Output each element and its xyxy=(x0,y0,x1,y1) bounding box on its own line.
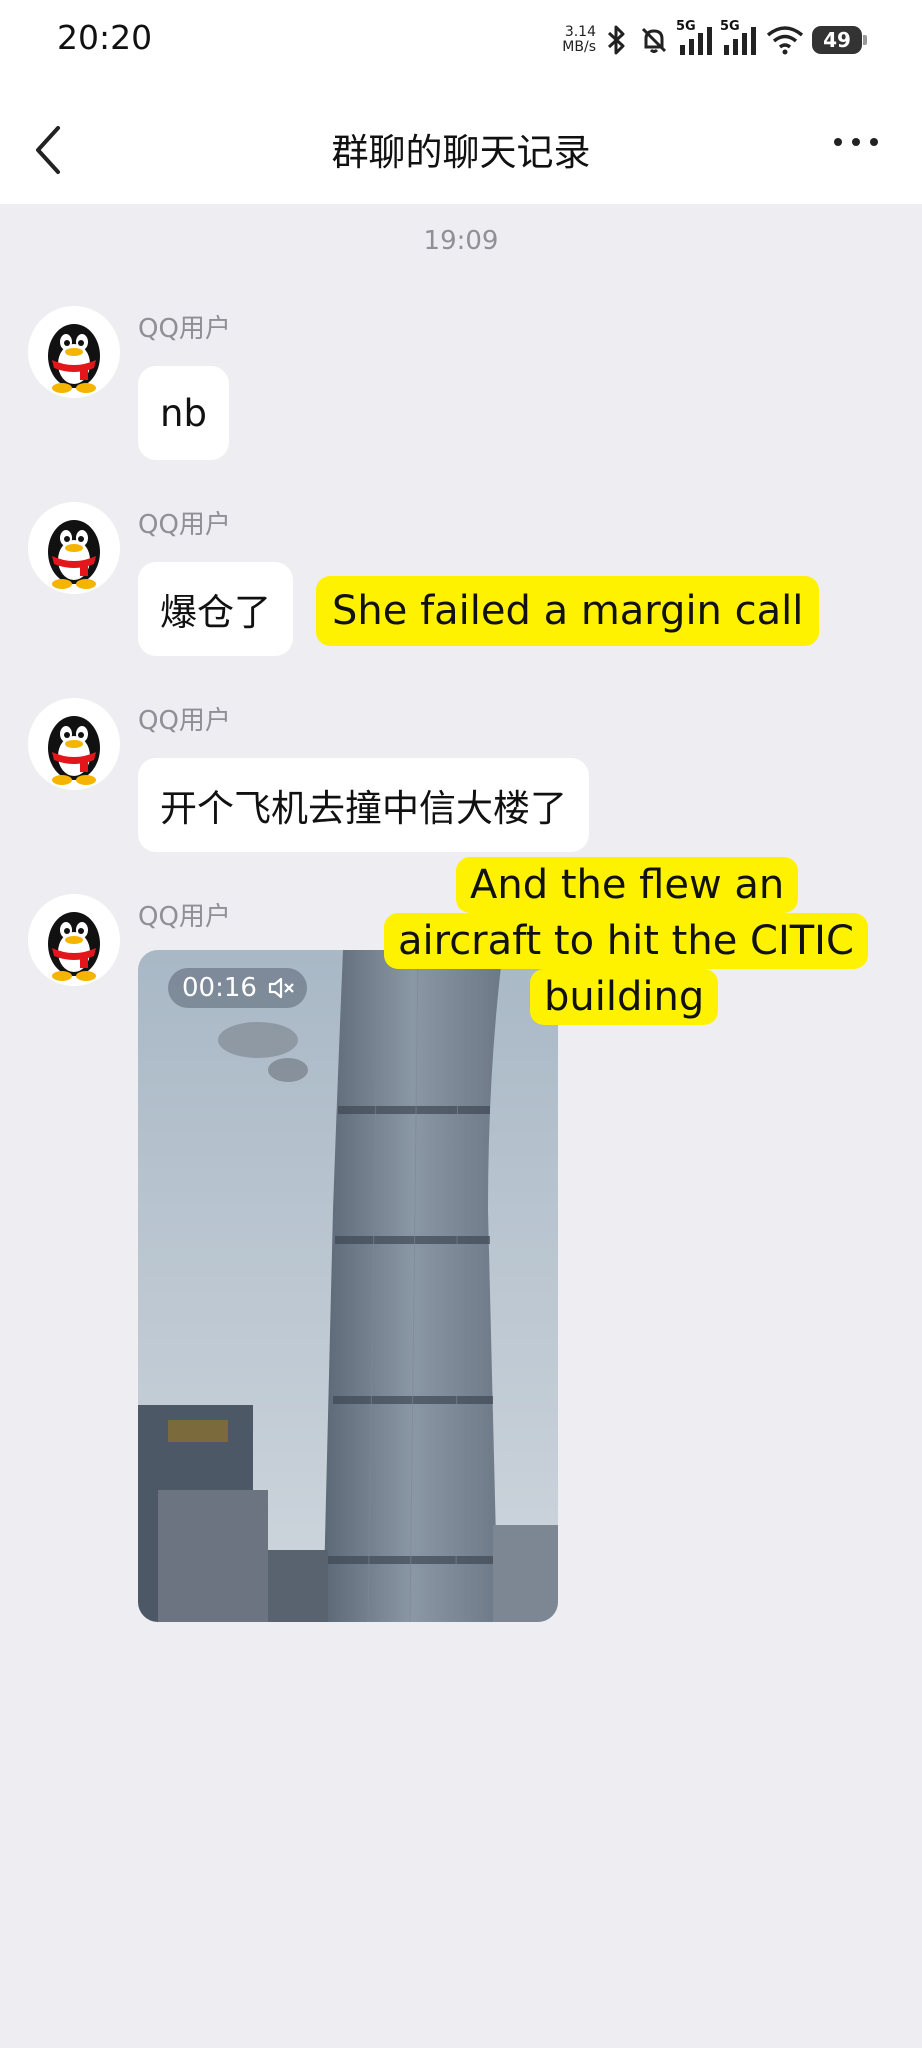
qq-penguin-icon xyxy=(48,716,100,785)
video-duration-badge: 00:16 xyxy=(168,968,307,1008)
muted-speaker-icon[interactable] xyxy=(267,975,295,1001)
avatar[interactable] xyxy=(28,894,120,986)
avatar[interactable] xyxy=(28,698,120,790)
net-speed: 3.14 MB/s xyxy=(562,24,596,55)
sender-name: QQ用户 xyxy=(138,314,231,344)
page-title: 群聊的聊天记录 xyxy=(331,131,591,174)
qq-penguin-icon xyxy=(48,912,100,981)
translation-caption-line: And the flew an xyxy=(456,857,799,913)
avatar[interactable] xyxy=(28,502,120,594)
video-duration: 00:16 xyxy=(182,973,257,1003)
signal-1: 5G xyxy=(676,19,714,55)
wifi-icon xyxy=(766,26,804,55)
battery-icon: 49 xyxy=(812,26,867,54)
mute-icon xyxy=(641,27,667,53)
video-thumbnail xyxy=(138,950,558,1622)
translation-caption: She failed a margin call xyxy=(316,576,820,646)
status-icons: 3.14 MB/s 5G 5G 49 xyxy=(562,19,867,60)
translation-caption-line: building xyxy=(530,969,719,1025)
qq-penguin-icon xyxy=(48,324,100,393)
sender-name: QQ用户 xyxy=(138,902,231,932)
sender-name: QQ用户 xyxy=(138,706,231,736)
chat-timestamp: 19:09 xyxy=(423,226,499,256)
message-bubble[interactable]: 爆仓了 xyxy=(138,562,293,656)
message-bubble[interactable]: nb xyxy=(138,366,229,460)
avatar[interactable] xyxy=(28,306,120,398)
status-bar: 20:20 3.14 MB/s 5G 5G 49 xyxy=(0,0,922,80)
qq-penguin-icon xyxy=(48,520,100,589)
video-message[interactable]: 00:16 xyxy=(138,950,558,1622)
sender-name: QQ用户 xyxy=(138,510,231,540)
nav-bar: 群聊的聊天记录 xyxy=(0,80,922,204)
status-time: 20:20 xyxy=(57,18,153,57)
bluetooth-icon xyxy=(607,25,625,55)
signal-2: 5G xyxy=(720,19,758,55)
message-bubble[interactable]: 开个飞机去撞中信大楼了 xyxy=(138,758,589,852)
translation-caption-line: aircraft to hit the CITIC xyxy=(384,913,868,969)
more-dots-icon[interactable] xyxy=(832,132,880,152)
